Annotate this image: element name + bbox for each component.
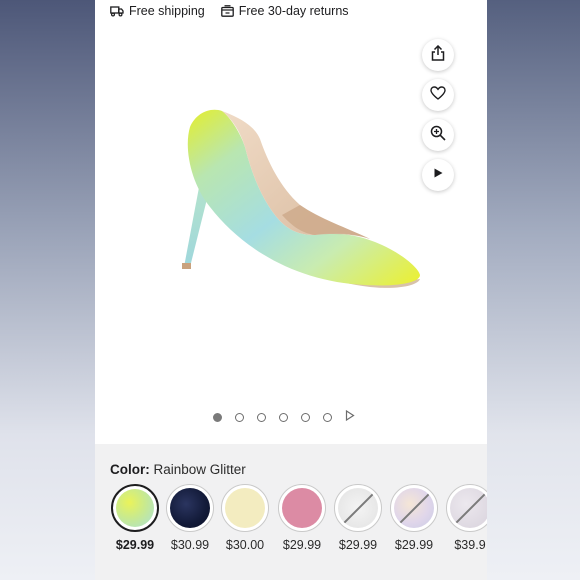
free-shipping: Free shipping [110,4,205,18]
product-page: Free shipping Free 30-day returns Color:… [95,0,487,580]
zoom-button[interactable] [422,119,454,151]
swatch-color [282,488,322,528]
free-returns: Free 30-day returns [220,4,349,18]
swatch-price: $30.00 [225,538,265,552]
swatch-color [450,488,487,528]
truck-icon [110,5,124,17]
swatch-color [338,488,378,528]
pagination-dot[interactable] [235,412,244,422]
swatch-iridescent-unavailable[interactable]: $29.99 [388,484,440,552]
swatch-price: $30.99 [170,538,210,552]
color-heading: Color: Rainbow Glitter [110,462,246,477]
video-thumb-icon[interactable] [345,408,355,426]
shipping-banner: Free shipping Free 30-day returns [95,0,487,22]
pagination-dot[interactable] [301,412,310,422]
swatch-color [170,488,210,528]
free-shipping-label: Free shipping [129,4,205,18]
favorite-button[interactable] [422,79,454,111]
pagination-dot[interactable] [257,412,266,422]
image-pagination [213,408,355,426]
product-gallery[interactable] [95,22,487,444]
share-button[interactable] [422,39,454,71]
video-button[interactable] [422,159,454,191]
color-label: Color: [110,462,150,477]
left-background [0,0,95,580]
swatch-price: $39.9 [454,538,486,552]
swatch-color [394,488,434,528]
play-icon [432,166,444,184]
color-swatch-list: $29.99 $30.99 $30.00 $29.99 $29.99 $29.9… [109,484,487,564]
swatch-price: $29.99 [338,538,378,552]
swatch-cream[interactable]: $30.00 [219,484,271,552]
pagination-dot[interactable] [323,412,332,422]
selected-color: Rainbow Glitter [153,462,246,477]
swatch-silver-unavailable[interactable]: $39.9 [444,484,487,552]
swatch-rainbow-glitter[interactable]: $29.99 [109,484,161,552]
swatch-price: $29.99 [115,538,155,552]
swatch-navy-glitter[interactable]: $30.99 [164,484,216,552]
unavailable-strike [452,489,487,527]
share-icon [431,44,445,66]
color-selector: Color: Rainbow Glitter $29.99 $30.99 $30… [95,444,487,580]
unavailable-strike [396,489,434,527]
swatch-color [225,488,265,528]
zoom-in-icon [430,125,446,146]
swatch-pink[interactable]: $29.99 [276,484,328,552]
swatch-color [116,489,154,527]
product-image[interactable] [150,87,430,307]
swatch-price: $29.99 [282,538,322,552]
pagination-dot[interactable] [213,412,222,422]
pagination-dot[interactable] [279,412,288,422]
return-box-icon [220,5,234,17]
swatch-price: $29.99 [394,538,434,552]
unavailable-strike [340,489,378,527]
heart-icon [430,85,446,105]
free-returns-label: Free 30-day returns [238,4,349,18]
right-background [487,0,580,580]
swatch-white-unavailable[interactable]: $29.99 [332,484,384,552]
